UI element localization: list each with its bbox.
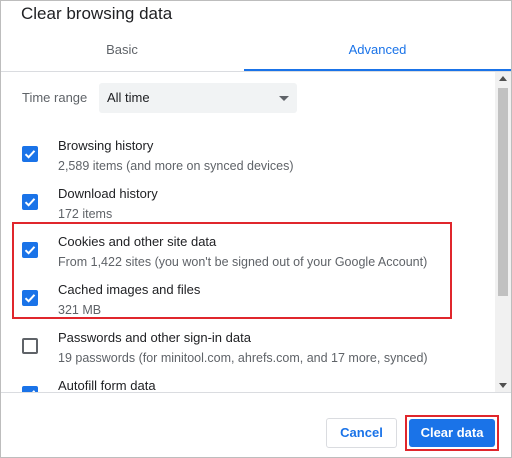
option-title: Autofill form data [58,378,156,392]
option-title: Download history [58,186,158,201]
checkmark-icon [24,246,36,255]
option-browsing-history: Browsing history 2,589 items (and more o… [1,138,495,184]
checkmark-icon [24,294,36,303]
content-scrollbar[interactable] [495,72,511,392]
dropdown-arrow-icon [279,96,289,101]
time-range-value: All time [107,90,150,105]
scroll-down-arrow-icon[interactable] [499,383,507,388]
time-range-select[interactable]: All time [99,83,297,113]
scroll-up-arrow-icon[interactable] [499,76,507,81]
cookies-checkbox[interactable] [22,242,38,258]
tab-basic[interactable]: Basic [1,31,243,69]
option-title: Browsing history [58,138,154,153]
option-title: Cached images and files [58,282,201,297]
clear-data-highlight: Clear data [405,415,499,451]
scroll-thumb[interactable] [498,88,508,296]
option-download-history: Download history 172 items [1,186,495,232]
checkmark-icon [24,150,36,159]
option-title: Passwords and other sign-in data [58,330,251,345]
clear-browsing-data-dialog: Clear browsing data Basic Advanced Time … [0,0,512,458]
option-description: From 1,422 sites (you won't be signed ou… [58,255,428,269]
tab-advanced[interactable]: Advanced [244,31,511,71]
option-description: 172 items [58,207,113,221]
option-description: 19 passwords (for minitool.com, ahrefs.c… [58,351,428,365]
cancel-button[interactable]: Cancel [326,418,397,448]
download-history-checkbox[interactable] [22,194,38,210]
passwords-checkbox[interactable] [22,338,38,354]
option-description: 321 MB [58,303,102,317]
clear-data-button[interactable]: Clear data [409,419,495,447]
dialog-footer: Cancel Clear data [1,392,511,457]
time-range-label: Time range [22,90,88,105]
option-cookies: Cookies and other site data From 1,422 s… [1,234,495,280]
option-passwords: Passwords and other sign-in data 19 pass… [1,330,495,376]
cached-images-checkbox[interactable] [22,290,38,306]
settings-content: Time range All time Browsing history 2,5… [1,72,495,392]
option-title: Cookies and other site data [58,234,217,249]
option-cached-images: Cached images and files 321 MB [1,282,495,328]
tab-bar: Basic Advanced [1,31,511,72]
browsing-history-checkbox[interactable] [22,146,38,162]
option-autofill: Autofill form data [1,378,495,392]
checkmark-icon [24,198,36,207]
dialog-title: Clear browsing data [21,4,173,23]
option-description: 2,589 items (and more on synced devices) [58,159,294,173]
